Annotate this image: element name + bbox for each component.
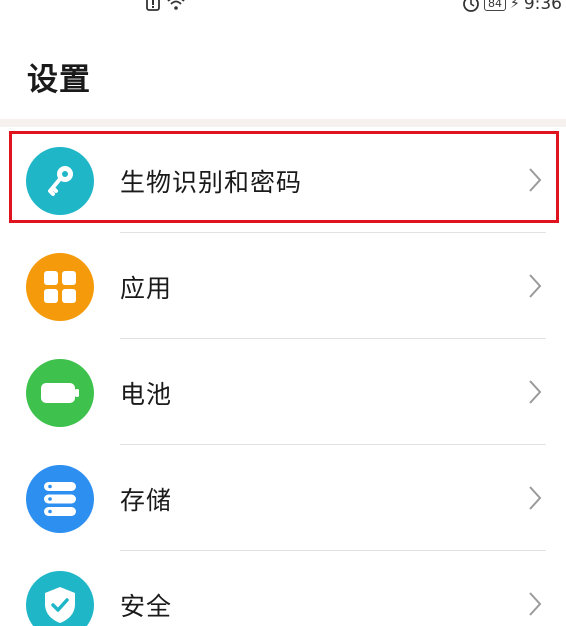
alarm-icon — [463, 0, 479, 12]
charging-icon: ⚡ — [509, 0, 520, 12]
page-title: 设置 — [27, 62, 91, 98]
status-bar: 84 ⚡ 9:36 — [0, 0, 566, 16]
header-divider — [0, 119, 566, 127]
key-icon — [26, 147, 94, 215]
settings-item-storage[interactable]: 存储 — [0, 445, 566, 551]
settings-item-label: 安全 — [120, 592, 173, 621]
page-header: 设置 — [0, 16, 566, 120]
apps-grid-icon — [26, 253, 94, 321]
chevron-right-icon — [529, 274, 542, 298]
settings-item-label: 电池 — [120, 380, 173, 409]
notification-alert-icon — [146, 0, 160, 11]
settings-item-label: 存储 — [120, 486, 173, 515]
storage-icon — [26, 465, 94, 533]
chevron-right-icon — [529, 380, 542, 404]
settings-item-label: 生物识别和密码 — [120, 168, 303, 197]
battery-icon — [26, 359, 94, 427]
settings-item-battery[interactable]: 电池 — [0, 339, 566, 445]
settings-item-security[interactable]: 安全 — [0, 551, 566, 626]
chevron-right-icon — [529, 168, 542, 192]
chevron-right-icon — [529, 592, 542, 616]
battery-level: 84 — [483, 0, 506, 11]
settings-item-biometrics-password[interactable]: 生物识别和密码 — [0, 127, 566, 233]
settings-list: 生物识别和密码 应用 电池 存储 安全 — [0, 127, 566, 626]
clock-time: 9:36 — [523, 0, 562, 14]
settings-screen: 84 ⚡ 9:36 设置 生物识别和密码 应用 电池 存储 安全 — [0, 0, 566, 626]
shield-check-icon — [26, 571, 94, 626]
settings-item-label: 应用 — [120, 274, 173, 303]
wifi-icon — [167, 0, 185, 10]
status-bar-left-icons — [146, 0, 186, 12]
settings-item-apps[interactable]: 应用 — [0, 233, 566, 339]
status-bar-right-icons: 84 ⚡ 9:36 — [462, 0, 562, 14]
chevron-right-icon — [529, 486, 542, 510]
